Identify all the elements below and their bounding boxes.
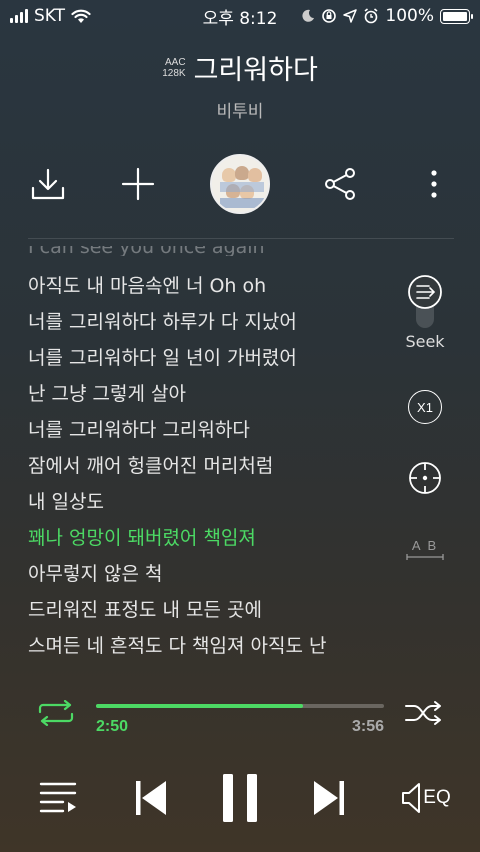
total-time: 3:56 (351, 718, 384, 735)
progress-area: 2:50 3:56 (0, 698, 480, 748)
lyric-line[interactable]: 스며든 네 흔적도 다 책임져 아직도 난 (28, 628, 408, 664)
playlist-button[interactable] (34, 768, 84, 828)
download-icon (31, 168, 65, 200)
artist-name[interactable]: 비투비 (0, 97, 480, 122)
next-button[interactable] (304, 768, 354, 828)
rotation-lock-icon (322, 9, 337, 23)
lyric-line[interactable]: 너를 그리워하다 일 년이 가버렸어 (28, 340, 408, 376)
speed-button[interactable]: X1 (388, 390, 462, 424)
pause-icon (223, 774, 257, 822)
plus-icon (121, 167, 155, 201)
shuffle-icon[interactable] (404, 700, 444, 726)
speaker-icon (402, 783, 421, 813)
status-bar: SKT 오후 8:12 100% (0, 0, 480, 32)
album-cover-thumbnail (210, 154, 270, 214)
battery-percent: 100% (385, 6, 434, 26)
lyric-line[interactable]: 난 그냥 그렇게 살아 (28, 376, 408, 412)
player-controls: EQ (0, 768, 480, 828)
lyric-line[interactable]: 잠에서 깨어 헝클어진 머리처럼 (28, 448, 408, 484)
location-icon (343, 9, 358, 23)
pause-button[interactable] (210, 768, 270, 828)
skip-next-icon (314, 781, 344, 815)
lyric-line-partial[interactable]: I can see you once again (28, 246, 408, 256)
lyric-line[interactable]: 내 일상도 (28, 484, 408, 520)
current-time: 2:50 (96, 718, 129, 735)
progress-fill (96, 704, 304, 708)
lyric-line[interactable]: 아무렇지 않은 척 (28, 556, 408, 592)
eq-label: EQ (423, 787, 451, 808)
playlist-icon (39, 782, 77, 813)
crosshair-icon (409, 462, 441, 494)
audio-quality-badge: AAC 128K (162, 57, 185, 79)
codec-label: AAC (165, 56, 186, 68)
bitrate-label: 128K (162, 67, 186, 79)
ab-range-icon (406, 554, 444, 560)
lyric-line[interactable]: 드리워진 표정도 내 모든 곳에 (28, 592, 408, 628)
cellular-signal-icon (10, 9, 28, 23)
progress-bar[interactable] (96, 704, 384, 708)
seek-label: Seek (405, 332, 445, 351)
lyric-line[interactable]: 너를 그리워하다 하루가 다 지났어 (28, 304, 408, 340)
song-title: 그리워하다 (193, 55, 318, 86)
album-art-button[interactable] (208, 152, 272, 216)
more-vertical-icon (431, 170, 437, 198)
speed-circle: X1 (408, 390, 442, 424)
wifi-icon (71, 9, 91, 23)
lyric-line[interactable]: 너를 그리워하다 그리워하다 (28, 412, 408, 448)
carrier-label: SKT (34, 6, 66, 26)
moon-icon (302, 9, 315, 22)
skip-previous-icon (136, 781, 166, 815)
add-to-playlist-button[interactable] (106, 152, 170, 216)
equalizer-button[interactable]: EQ (396, 768, 456, 828)
seek-icon (408, 275, 442, 328)
speed-label: X1 (417, 399, 433, 415)
battery-icon (440, 8, 473, 24)
download-button[interactable] (16, 152, 80, 216)
more-options-button[interactable] (402, 152, 466, 216)
repeat-icon[interactable] (36, 700, 76, 726)
seek-toggle[interactable] (388, 270, 462, 328)
lyric-line[interactable]: 아직도 내 마음속엔 너 Oh oh (28, 268, 408, 304)
alarm-icon (364, 8, 378, 24)
ab-repeat-button[interactable]: A B (388, 538, 462, 561)
lyrics-panel[interactable]: I can see you once again 아직도 내 마음속엔 너 Oh… (28, 246, 408, 670)
share-icon (325, 168, 355, 200)
focus-lyric-button[interactable] (388, 460, 462, 496)
divider (28, 238, 454, 239)
song-header: AAC 128K 그리워하다 비투비 (0, 48, 480, 122)
previous-button[interactable] (126, 768, 176, 828)
lyric-line-current[interactable]: 꽤나 엉망이 돼버렸어 책임져 (28, 520, 408, 556)
share-button[interactable] (308, 152, 372, 216)
ab-label: A B (411, 538, 439, 553)
action-row (0, 152, 480, 216)
